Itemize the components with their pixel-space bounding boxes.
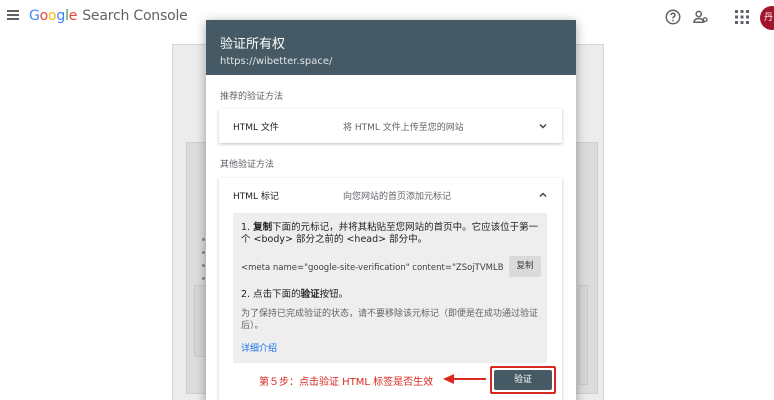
logo-letter: o [39, 8, 49, 24]
step-2-text: 2. 点击下面的验证按钮。 [241, 286, 539, 300]
users-icon[interactable] [692, 8, 710, 26]
logo-letter: G [29, 8, 40, 24]
logo-letter: e [68, 8, 78, 24]
step-1-body: 下面的元标记，并将其粘贴至您网站的首页中。它应该位于第一个 <body> 部分之… [241, 222, 539, 245]
step-1-text: 1. 复制下面的元标记，并将其粘贴至您网站的首页中。它应该位于第一个 <body… [241, 222, 539, 246]
chevron-up-icon[interactable] [538, 190, 548, 200]
apps-icon[interactable] [735, 10, 749, 24]
meta-tag-code[interactable]: <meta name="google-site-verification" co… [241, 263, 503, 273]
annotation-arrow-icon [443, 374, 486, 384]
step-2-prefix: 2. 点击下面的 [241, 289, 301, 300]
background-bullet [202, 264, 205, 267]
method-name: HTML 标记 [233, 192, 279, 202]
background-block [578, 285, 588, 385]
method-description: 向您网站的首页添加元标记 [343, 192, 452, 202]
logo-letter: g [56, 8, 66, 24]
step-1-prefix: 1. [241, 222, 254, 233]
help-icon[interactable] [664, 8, 682, 26]
method-name: HTML 文件 [233, 123, 279, 133]
instructions-panel: 1. 复制下面的元标记，并将其粘贴至您网站的首页中。它应该位于第一个 <body… [233, 213, 547, 363]
app-logo[interactable]: Google Search Console [29, 8, 188, 24]
dialog-title: 验证所有权 [220, 37, 286, 52]
method-description: 将 HTML 文件上传至您的网站 [343, 123, 464, 133]
property-url: https://wibetter.space/ [220, 56, 333, 67]
copy-button[interactable]: 复制 [509, 256, 541, 277]
verify-ownership-dialog: 验证所有权 https://wibetter.space/ 推荐的验证方法 HT… [206, 20, 576, 400]
background-bullet [202, 277, 205, 280]
learn-more-link[interactable]: 详细介绍 [241, 341, 277, 354]
chevron-down-icon[interactable] [538, 121, 548, 131]
verify-button[interactable]: 验证 [494, 370, 552, 390]
keep-tag-note: 为了保持已完成验证的状态，请不要移除该元标记（即便是在成功通过验证后）。 [241, 309, 539, 331]
menu-icon[interactable] [7, 10, 19, 20]
meta-tag-row: <meta name="google-site-verification" co… [241, 256, 541, 278]
step-5-annotation: 第５步：点击验证 HTML 标签是否生效 [259, 377, 434, 388]
recommended-methods-label: 推荐的验证方法 [220, 92, 284, 102]
other-methods-label: 其他验证方法 [220, 160, 275, 170]
method-row-html-tag[interactable]: HTML 标记 向您网站的首页添加元标记 [219, 178, 562, 212]
background-bullet [202, 238, 205, 241]
dialog-header: 验证所有权 https://wibetter.space/ [206, 20, 576, 75]
method-row-html-file[interactable]: HTML 文件 将 HTML 文件上传至您的网站 [219, 109, 562, 143]
step-2-suffix: 按钮。 [319, 289, 349, 300]
method-card-html-file: HTML 文件 将 HTML 文件上传至您的网站 [219, 109, 562, 143]
product-name: Search Console [82, 8, 188, 24]
avatar[interactable]: 丹 [760, 6, 774, 30]
step-1-bold: 复制 [253, 222, 273, 233]
background-bullet [202, 251, 205, 254]
step-2-bold: 验证 [300, 289, 320, 300]
